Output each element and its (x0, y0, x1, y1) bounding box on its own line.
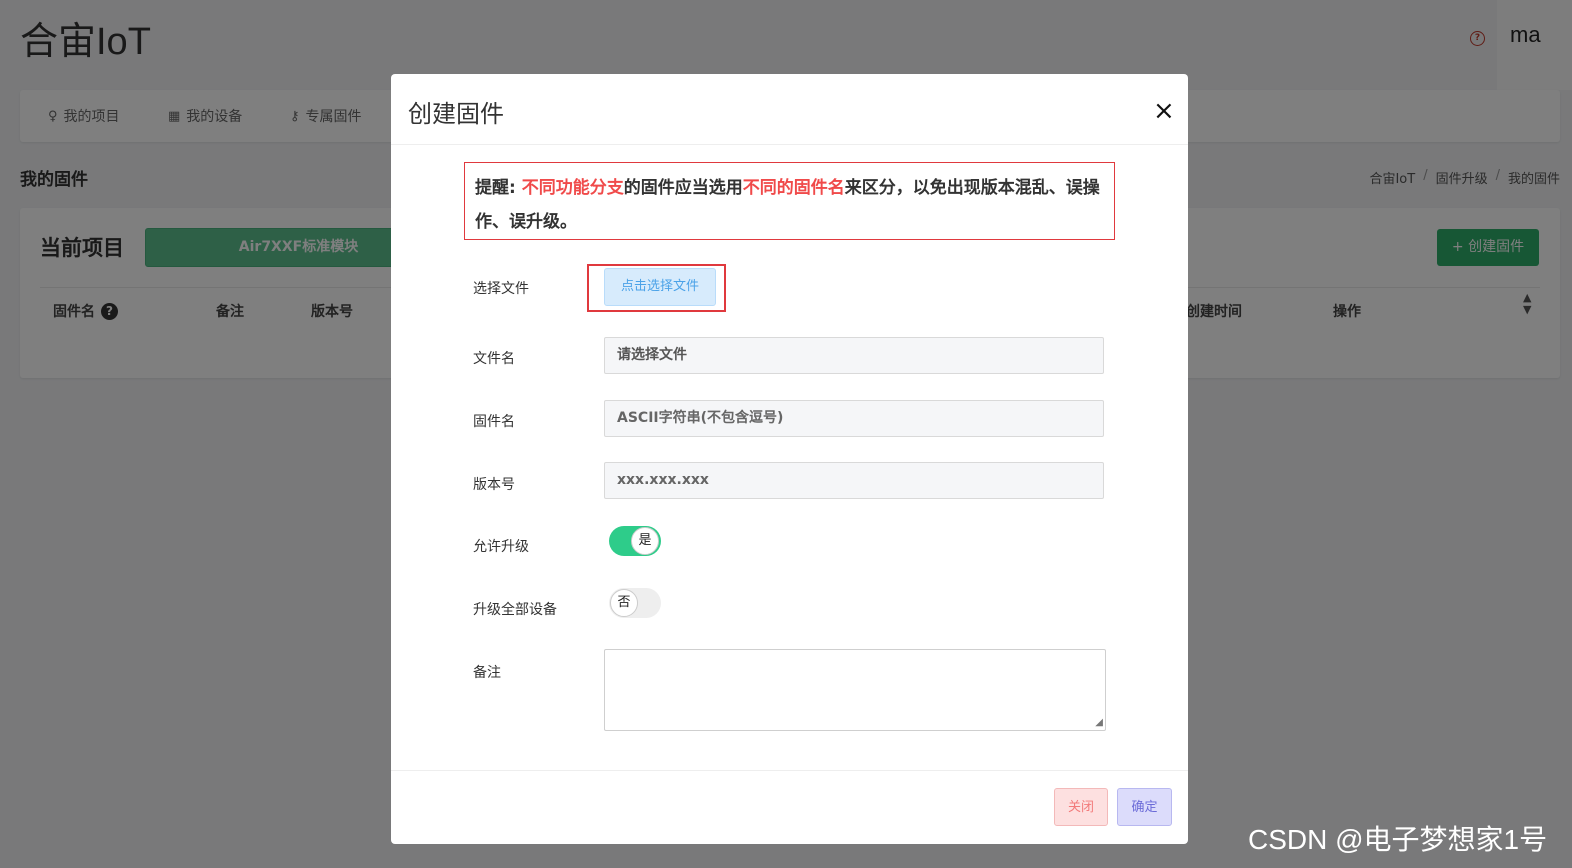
firmware-name-label: 固件名 (473, 414, 515, 430)
firmware-name-input[interactable]: ASCII字符串(不包含逗号) (604, 400, 1104, 437)
notice-prefix: 提醒: (475, 178, 522, 198)
upgrade-all-toggle[interactable]: 否 (609, 588, 661, 618)
close-button[interactable]: 关闭 (1054, 788, 1108, 826)
dialog-footer-divider (391, 770, 1188, 771)
remark-label: 备注 (473, 665, 501, 681)
filename-field[interactable]: 请选择文件 (604, 337, 1104, 374)
dialog-header-divider (391, 144, 1188, 145)
resize-handle-icon[interactable]: ◢ (1095, 717, 1103, 728)
watermark: CSDN @电子梦想家1号 (1248, 824, 1548, 855)
notice-box: 提醒: 不同功能分支的固件应当选用不同的固件名来区分，以免出现版本混乱、误操作、… (464, 162, 1115, 240)
version-input[interactable]: xxx.xxx.xxx (604, 462, 1104, 499)
toggle-knob: 否 (610, 589, 638, 617)
notice-highlight: 不同的固件名 (742, 178, 845, 198)
notice-text: 的固件应当选用 (623, 178, 743, 198)
toggle-knob: 是 (631, 527, 659, 555)
confirm-button[interactable]: 确定 (1117, 788, 1172, 826)
allow-upgrade-label: 允许升级 (473, 539, 529, 555)
close-icon[interactable]: × (1153, 96, 1175, 126)
select-file-label: 选择文件 (473, 281, 529, 297)
allow-upgrade-toggle[interactable]: 是 (609, 526, 661, 556)
upgrade-all-label: 升级全部设备 (473, 602, 557, 618)
create-firmware-dialog: 创建固件 × 提醒: 不同功能分支的固件应当选用不同的固件名来区分，以免出现版本… (391, 74, 1188, 844)
select-file-button[interactable]: 点击选择文件 (604, 268, 716, 306)
notice-highlight: 不同功能分支 (521, 178, 624, 198)
remark-textarea[interactable]: ◢ (604, 649, 1106, 731)
dialog-title: 创建固件 (408, 100, 504, 128)
filename-label: 文件名 (473, 351, 515, 367)
version-label: 版本号 (473, 477, 515, 493)
